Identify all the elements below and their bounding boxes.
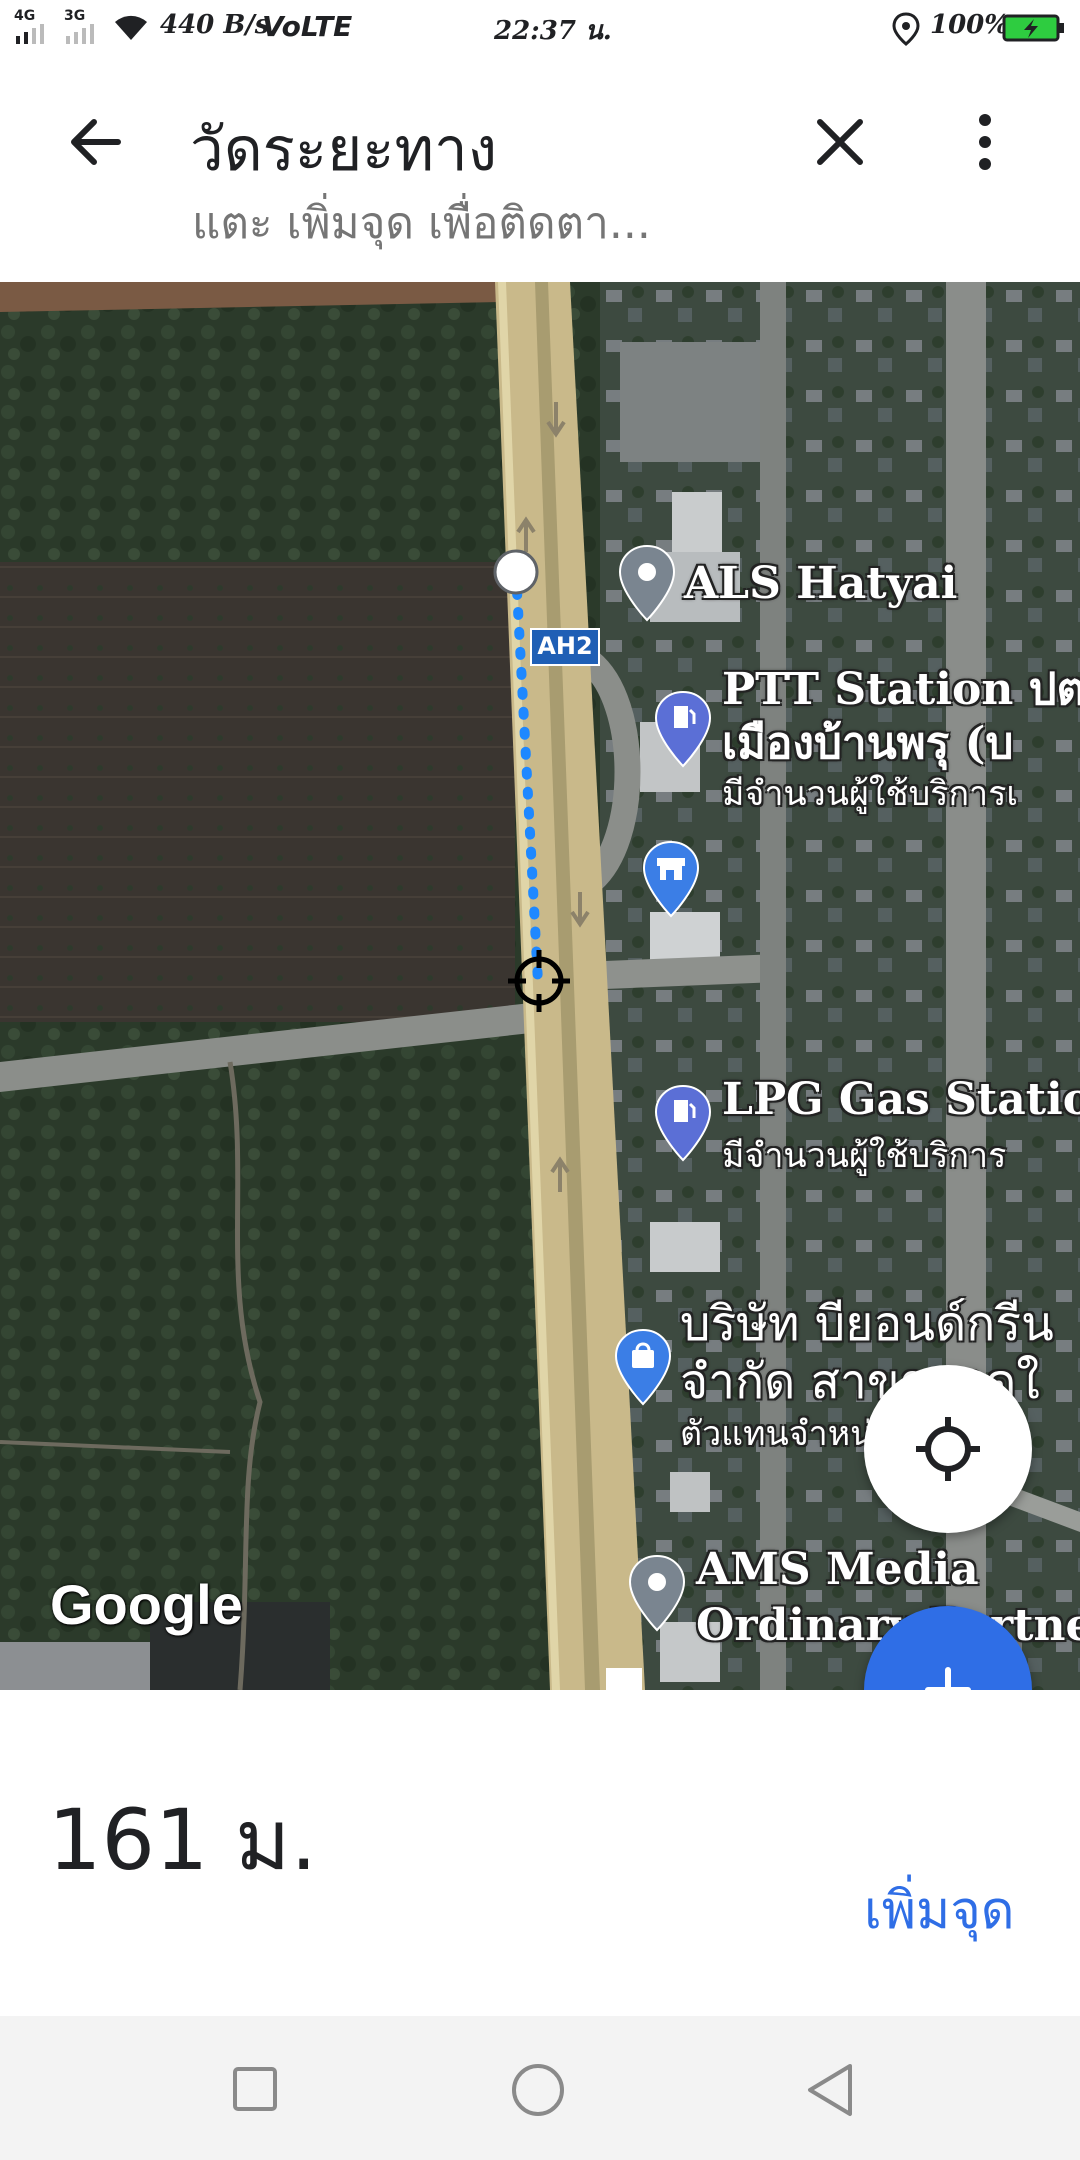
battery-icon [1002, 14, 1064, 42]
distance-readout: 161 ม. [48, 1791, 318, 1889]
add-point-button[interactable]: เพิ่มจุด [864, 1868, 1015, 1951]
back-arrow-icon[interactable] [66, 112, 126, 172]
place-pin-icon[interactable] [626, 1552, 688, 1634]
my-location-icon [916, 1417, 980, 1481]
recents-square-icon[interactable] [232, 2066, 278, 2112]
system-nav-bar [0, 2016, 1080, 2160]
battery-percent: 100% [930, 10, 1009, 40]
gas-station-pin-icon[interactable] [652, 688, 714, 770]
back-triangle-icon[interactable] [804, 2062, 856, 2118]
home-circle-icon[interactable] [510, 2062, 566, 2118]
poi-name-als[interactable]: ALS Hatyai [684, 558, 957, 609]
more-options-icon[interactable] [970, 110, 1000, 174]
clock: 22:37 น. [494, 16, 612, 46]
signal-icon-2 [66, 24, 94, 44]
google-logo: Google [50, 1573, 243, 1636]
signal-icon-1 [16, 24, 44, 44]
start-point-marker[interactable] [490, 546, 542, 598]
wifi-icon [115, 15, 147, 40]
page-title: วัดระยะทาง [190, 115, 498, 185]
network-speed: 440 B/s [160, 10, 270, 40]
crosshair-icon [508, 950, 570, 1012]
app-bar: วัดระยะทาง แตะ เพิ่มจุด เพื่อติดตา... [0, 56, 1080, 282]
shopping-bag-pin-icon[interactable] [612, 1326, 674, 1408]
volte-indicator: VoLTE [262, 10, 353, 43]
gas-station-pin-icon[interactable] [652, 1082, 714, 1164]
poi-subtitle-ptt: มีจำนวนผู้ใช้บริการเ [722, 774, 1019, 814]
my-location-button[interactable] [864, 1365, 1032, 1533]
road-shield: AH2 [530, 628, 600, 666]
poi-name-lpg[interactable]: LPG Gas Station [722, 1074, 1080, 1125]
status-bar: 4G 3G 440 B/s VoLTE 22:37 น. 100% [0, 0, 1080, 56]
measurement-panel: 161 ม. เพิ่มจุด [0, 1690, 1080, 2016]
store-pin-icon[interactable] [640, 838, 702, 920]
poi-name-ams[interactable]: AMS Media [696, 1544, 979, 1595]
page-subtitle: แตะ เพิ่มจุด เพื่อติดตา... [192, 198, 651, 249]
close-icon[interactable] [812, 114, 868, 170]
location-icon [892, 12, 920, 46]
place-pin-icon[interactable] [616, 542, 678, 624]
poi-subtitle-lpg: มีจำนวนผู้ใช้บริการ [722, 1136, 1007, 1176]
